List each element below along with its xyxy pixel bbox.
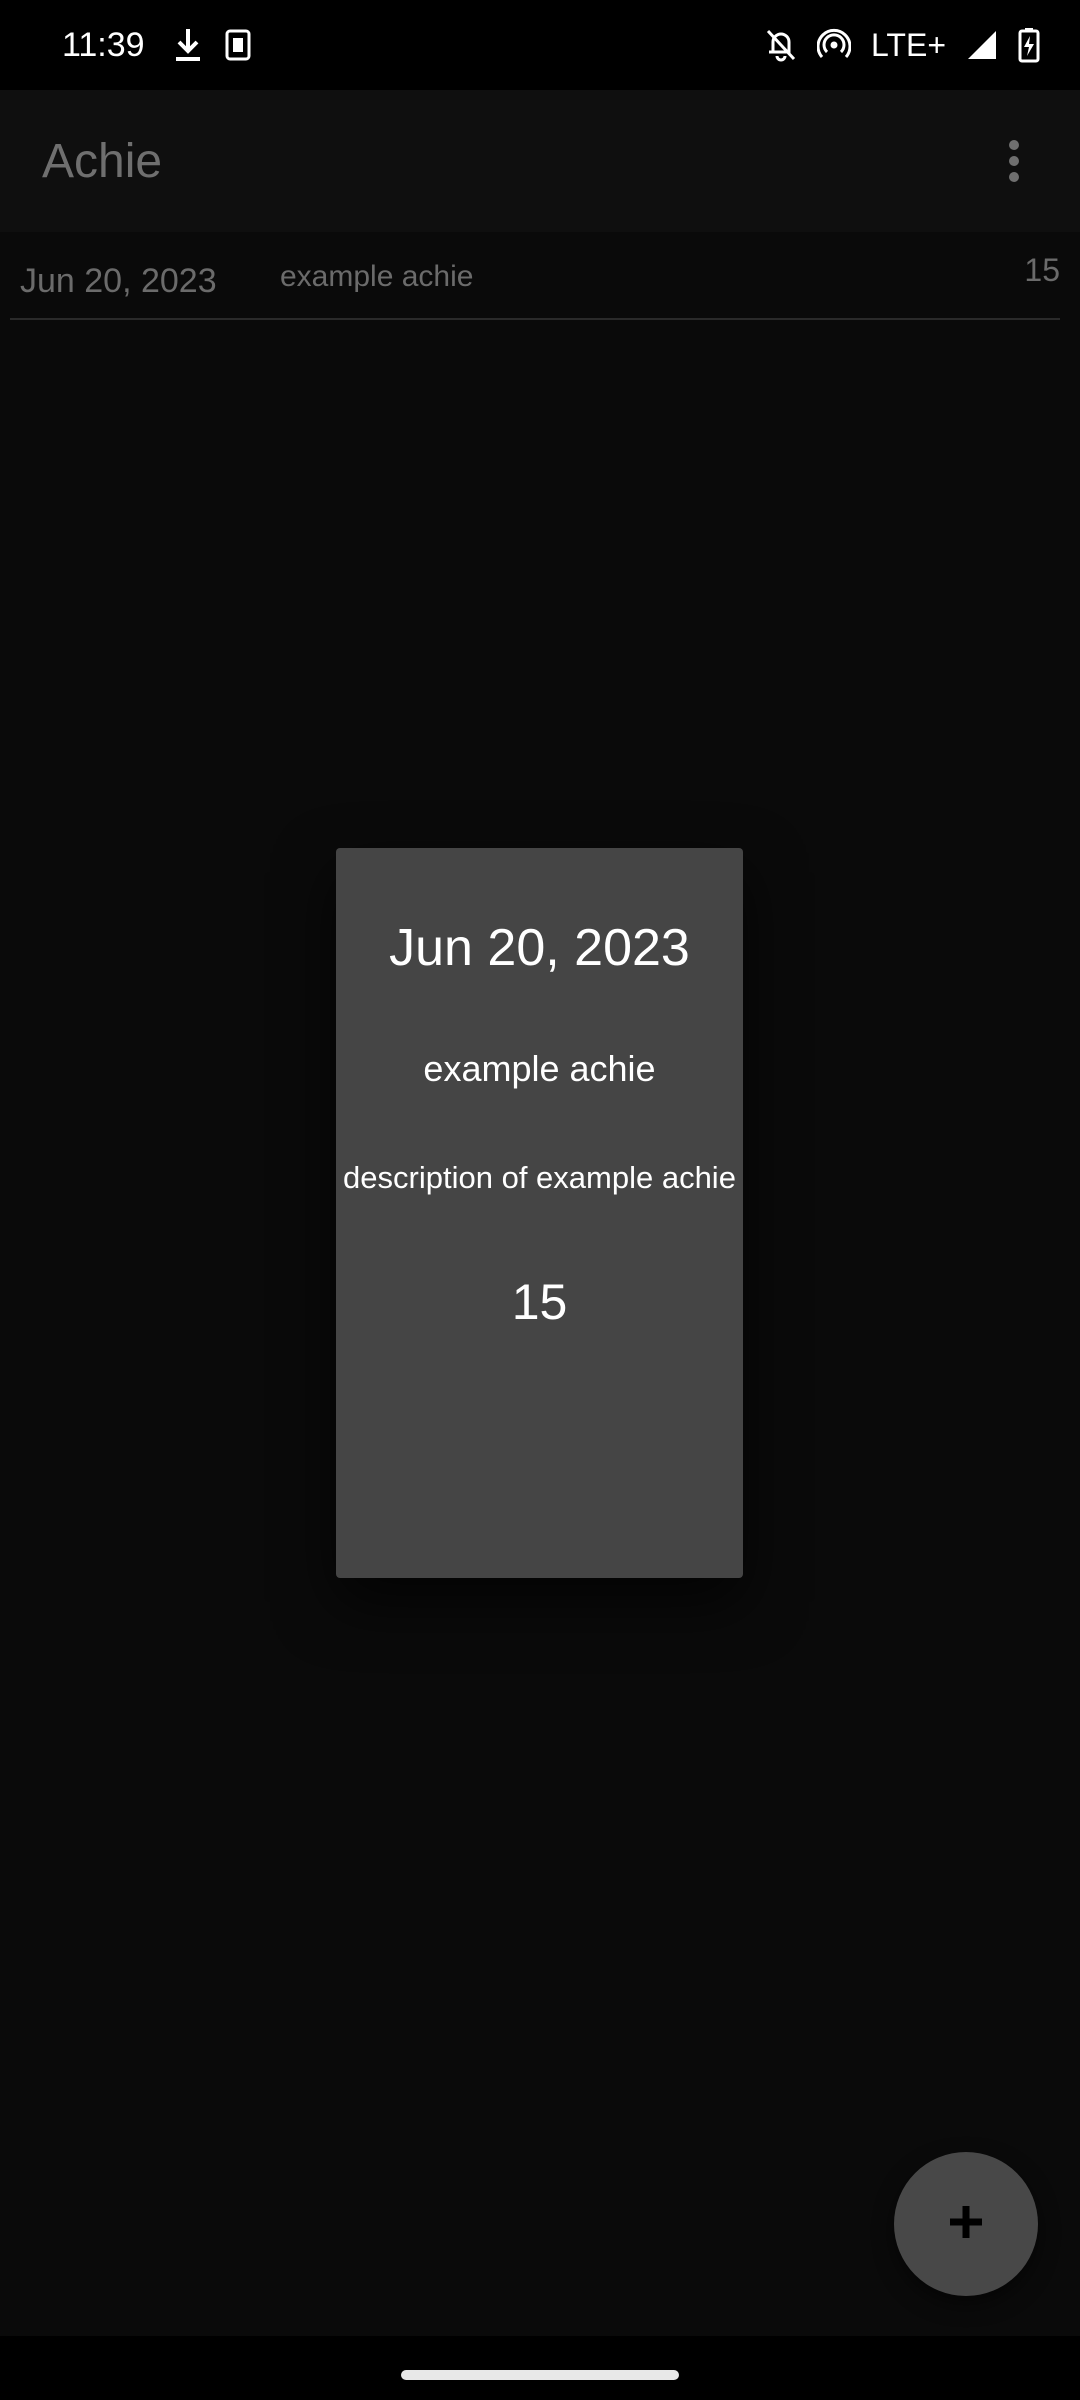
achie-detail-dialog: Jun 20, 2023 example achie description o…	[336, 848, 743, 1578]
download-icon	[173, 27, 203, 63]
app-title: Achie	[42, 134, 163, 188]
network-type: LTE+	[871, 26, 946, 63]
status-right: LTE+	[745, 27, 1040, 64]
hotspot-icon	[817, 28, 851, 62]
list-item-date: Jun 20, 2023	[20, 262, 217, 300]
list-item-points: 15	[1024, 252, 1060, 288]
app-bar: Achie	[0, 90, 1080, 232]
list-item[interactable]: Jun 20, 2023 example achie 15	[10, 232, 1060, 320]
sim-app-icon	[225, 29, 251, 61]
bell-off-icon	[765, 28, 797, 62]
dialog-name: example achie	[423, 1048, 656, 1089]
status-bar: 11:39 LTE+	[0, 0, 1080, 90]
navigation-bar	[0, 2336, 1080, 2400]
add-button[interactable]	[894, 2152, 1038, 2296]
dialog-date: Jun 20, 2023	[389, 919, 690, 977]
status-time: 11:39	[62, 25, 145, 64]
signal-icon	[966, 29, 998, 61]
dialog-points: 15	[511, 1274, 568, 1330]
list-item-name: example achie	[280, 260, 474, 293]
status-left: 11:39	[62, 26, 273, 65]
home-gesture-handle[interactable]	[401, 2370, 679, 2380]
dialog-description: description of example achie	[343, 1160, 736, 1195]
more-vert-icon[interactable]	[984, 116, 1044, 206]
battery-charging-icon	[1018, 27, 1040, 63]
plus-icon	[948, 2204, 984, 2245]
